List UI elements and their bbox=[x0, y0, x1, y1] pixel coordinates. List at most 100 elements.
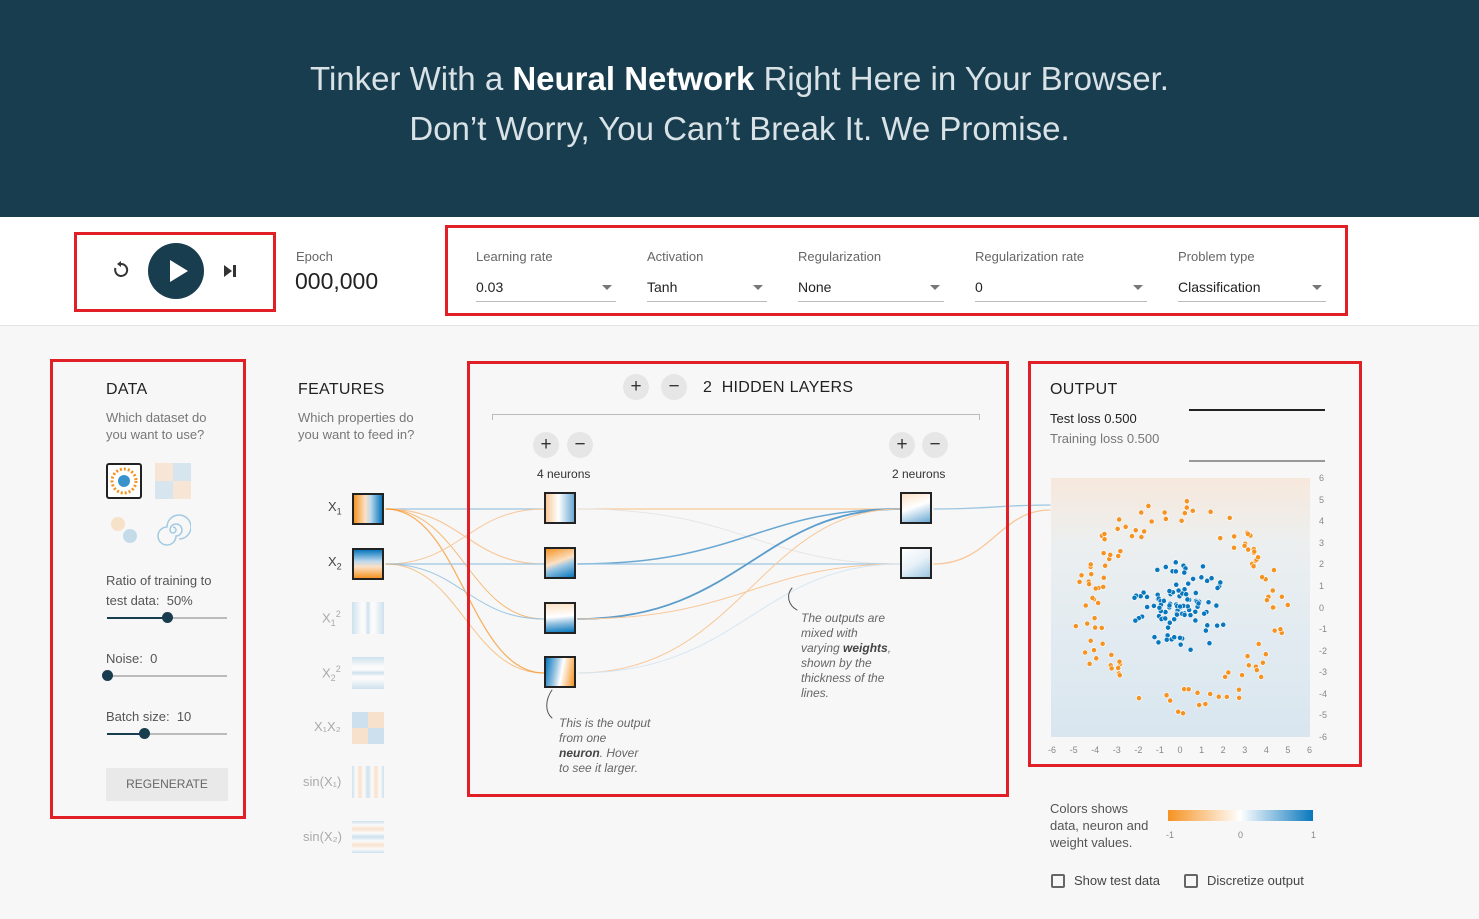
hidden-layers-bracket bbox=[492, 414, 980, 420]
data-point bbox=[1132, 617, 1139, 624]
data-point bbox=[1180, 710, 1186, 717]
data-point bbox=[1196, 702, 1203, 708]
data-point bbox=[1200, 563, 1206, 570]
data-point bbox=[1260, 659, 1266, 666]
data-point bbox=[1086, 581, 1092, 587]
show-test-data-label: Show test data bbox=[1074, 873, 1160, 888]
data-point bbox=[1114, 526, 1121, 532]
data-point bbox=[1185, 686, 1192, 693]
x-tick-label: -3 bbox=[1112, 745, 1121, 755]
data-point bbox=[1223, 694, 1230, 700]
neuron-l1-4[interactable] bbox=[544, 656, 576, 688]
data-point bbox=[1220, 621, 1227, 628]
data-point bbox=[1174, 611, 1180, 618]
note-weights: The outputs are mixed with varying weigh… bbox=[801, 611, 892, 700]
add-neuron-layer1-button[interactable]: + bbox=[533, 432, 559, 458]
data-point bbox=[1166, 602, 1173, 609]
x-tick-label: -1 bbox=[1155, 745, 1164, 755]
loss-chart bbox=[1189, 409, 1325, 462]
data-point bbox=[1183, 591, 1190, 598]
y-tick-label: 3 bbox=[1319, 537, 1325, 548]
show-test-data-checkbox[interactable] bbox=[1051, 874, 1065, 888]
data-point bbox=[1162, 516, 1169, 522]
data-point bbox=[1102, 562, 1109, 569]
data-point bbox=[1189, 507, 1196, 514]
add-neuron-layer2-button[interactable]: + bbox=[889, 432, 915, 458]
data-point bbox=[1117, 548, 1124, 555]
data-point bbox=[1151, 602, 1157, 609]
data-point bbox=[1195, 600, 1202, 607]
data-point bbox=[1084, 620, 1091, 627]
data-point bbox=[1082, 649, 1088, 656]
remove-neuron-layer2-button[interactable]: − bbox=[922, 432, 948, 458]
highlight-box-hidden-layers bbox=[467, 361, 1009, 797]
data-point bbox=[1162, 609, 1169, 615]
data-point bbox=[1093, 655, 1100, 662]
data-point bbox=[1192, 608, 1199, 615]
data-point bbox=[1202, 627, 1209, 634]
data-point bbox=[1204, 622, 1211, 629]
data-point bbox=[1136, 695, 1142, 702]
neuron-l2-1[interactable] bbox=[900, 492, 932, 524]
data-point bbox=[1108, 665, 1115, 672]
data-point bbox=[1271, 627, 1278, 634]
data-point bbox=[1225, 669, 1232, 676]
data-point bbox=[1253, 667, 1260, 673]
data-point bbox=[1201, 610, 1208, 617]
x-tick-label: 5 bbox=[1285, 745, 1291, 755]
data-point bbox=[1100, 574, 1107, 581]
data-point bbox=[1165, 624, 1171, 631]
neuron-l2-2[interactable] bbox=[900, 547, 932, 579]
data-point bbox=[1144, 594, 1150, 600]
legend-mid: 0 bbox=[1238, 830, 1244, 840]
data-point bbox=[1271, 567, 1277, 573]
data-point bbox=[1192, 617, 1199, 624]
data-point bbox=[1166, 619, 1173, 626]
neuron-l1-3[interactable] bbox=[544, 602, 576, 634]
data-point bbox=[1264, 597, 1270, 604]
remove-neuron-layer1-button[interactable]: − bbox=[567, 432, 593, 458]
discretize-output-checkbox[interactable] bbox=[1184, 874, 1198, 888]
y-tick-label: -6 bbox=[1319, 732, 1328, 742]
output-heatmap[interactable] bbox=[1051, 478, 1310, 737]
data-point bbox=[1214, 585, 1221, 591]
data-point bbox=[1175, 587, 1182, 594]
data-point bbox=[1205, 599, 1212, 606]
data-point bbox=[1245, 546, 1252, 553]
data-point bbox=[1087, 637, 1094, 644]
data-point bbox=[1194, 689, 1201, 696]
data-point bbox=[1167, 697, 1174, 704]
x-tick-label: 0 bbox=[1177, 745, 1183, 755]
data-point bbox=[1262, 651, 1269, 658]
data-point bbox=[1255, 641, 1262, 647]
data-point bbox=[1163, 636, 1170, 643]
y-tick-label: -4 bbox=[1319, 688, 1328, 699]
neuron-l1-2[interactable] bbox=[544, 547, 576, 579]
data-point bbox=[1144, 604, 1151, 610]
x-tick-label: 1 bbox=[1199, 745, 1205, 755]
neuron-l1-1[interactable] bbox=[544, 492, 576, 524]
data-point bbox=[1245, 662, 1252, 669]
data-point bbox=[1245, 531, 1251, 537]
data-point bbox=[1171, 634, 1178, 641]
legend-text-3: weight values. bbox=[1050, 835, 1133, 850]
data-point bbox=[1099, 640, 1106, 647]
remove-layer-button[interactable]: − bbox=[661, 374, 687, 400]
add-layer-button[interactable]: + bbox=[623, 374, 649, 400]
data-point bbox=[1072, 623, 1079, 630]
data-point bbox=[1166, 588, 1173, 594]
y-tick-label: -1 bbox=[1319, 624, 1328, 635]
data-point bbox=[1156, 604, 1163, 611]
data-point bbox=[1198, 574, 1205, 581]
data-point bbox=[1215, 693, 1222, 700]
y-tick-label: -5 bbox=[1319, 710, 1328, 721]
data-point bbox=[1181, 569, 1188, 576]
data-point bbox=[1129, 533, 1135, 539]
data-point bbox=[1100, 583, 1107, 590]
data-point bbox=[1161, 509, 1168, 516]
x-tick-label: 4 bbox=[1263, 745, 1269, 755]
data-point bbox=[1222, 673, 1229, 680]
y-tick-label: 2 bbox=[1319, 559, 1325, 570]
data-point bbox=[1175, 708, 1182, 715]
data-point bbox=[1148, 518, 1155, 525]
